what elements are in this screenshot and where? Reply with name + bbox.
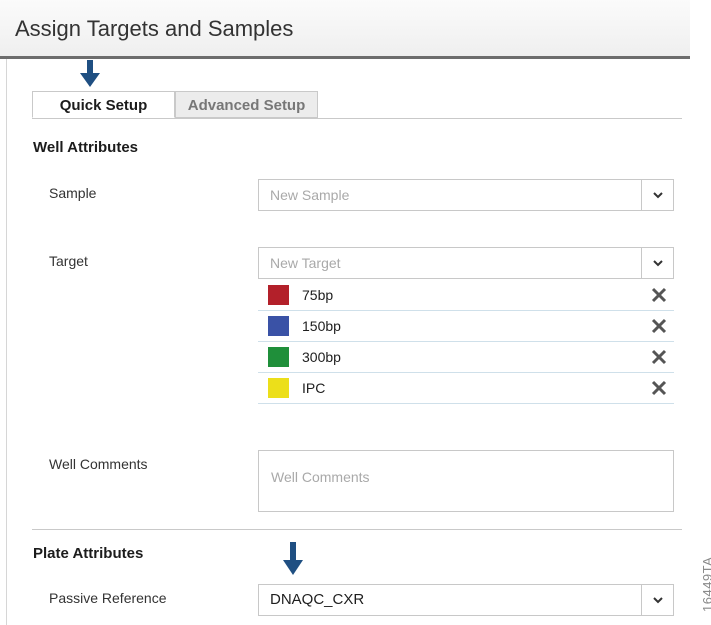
target-color-swatch[interactable] xyxy=(268,347,289,367)
plate-attributes-heading: Plate Attributes xyxy=(33,545,144,562)
page-header: Assign Targets and Samples xyxy=(0,0,690,59)
target-name: 300bp xyxy=(302,349,341,365)
target-row[interactable]: 75bp xyxy=(258,280,674,311)
close-icon[interactable] xyxy=(650,379,668,397)
well-comments-label: Well Comments xyxy=(49,456,148,472)
target-dropdown-button[interactable] xyxy=(641,248,673,278)
target-list: 75bp 150bp 300bp IPC xyxy=(258,280,674,404)
target-label: Target xyxy=(49,253,88,269)
passive-reference-dropdown-button[interactable] xyxy=(641,585,673,615)
sample-input[interactable]: New Sample xyxy=(270,180,349,210)
target-color-swatch[interactable] xyxy=(268,285,289,305)
tab-advanced-setup[interactable]: Advanced Setup xyxy=(175,91,318,118)
well-comments-textarea[interactable]: Well Comments xyxy=(258,450,674,512)
arrow-down-icon xyxy=(283,542,303,575)
sample-label: Sample xyxy=(49,185,97,201)
target-name: 150bp xyxy=(302,318,341,334)
page-title: Assign Targets and Samples xyxy=(15,16,294,41)
target-row[interactable]: 300bp xyxy=(258,342,674,373)
passive-reference-value[interactable]: DNAQC_CXR xyxy=(270,585,364,615)
target-name: IPC xyxy=(302,380,326,396)
section-divider xyxy=(32,529,682,530)
target-name: 75bp xyxy=(302,287,334,303)
chevron-down-icon xyxy=(652,191,663,198)
passive-reference-dropdown[interactable]: DNAQC_CXR xyxy=(258,584,674,616)
close-icon[interactable] xyxy=(650,317,668,335)
well-attributes-heading: Well Attributes xyxy=(33,139,139,156)
close-icon[interactable] xyxy=(650,286,668,304)
chevron-down-icon xyxy=(652,259,663,266)
target-input[interactable]: New Target xyxy=(270,248,341,278)
arrow-down-icon xyxy=(80,60,100,87)
well-comments-placeholder: Well Comments xyxy=(271,469,370,485)
target-color-swatch[interactable] xyxy=(268,316,289,336)
tab-quick-setup[interactable]: Quick Setup xyxy=(32,91,175,118)
target-dropdown[interactable]: New Target xyxy=(258,247,674,279)
sample-dropdown-button[interactable] xyxy=(641,180,673,210)
passive-reference-label: Passive Reference xyxy=(49,590,167,606)
target-color-swatch[interactable] xyxy=(268,378,289,398)
target-row[interactable]: IPC xyxy=(258,373,674,404)
close-icon[interactable] xyxy=(650,348,668,366)
sample-dropdown[interactable]: New Sample xyxy=(258,179,674,211)
chevron-down-icon xyxy=(652,596,663,603)
figure-id: 16449TA xyxy=(700,556,711,612)
target-row[interactable]: 150bp xyxy=(258,311,674,342)
